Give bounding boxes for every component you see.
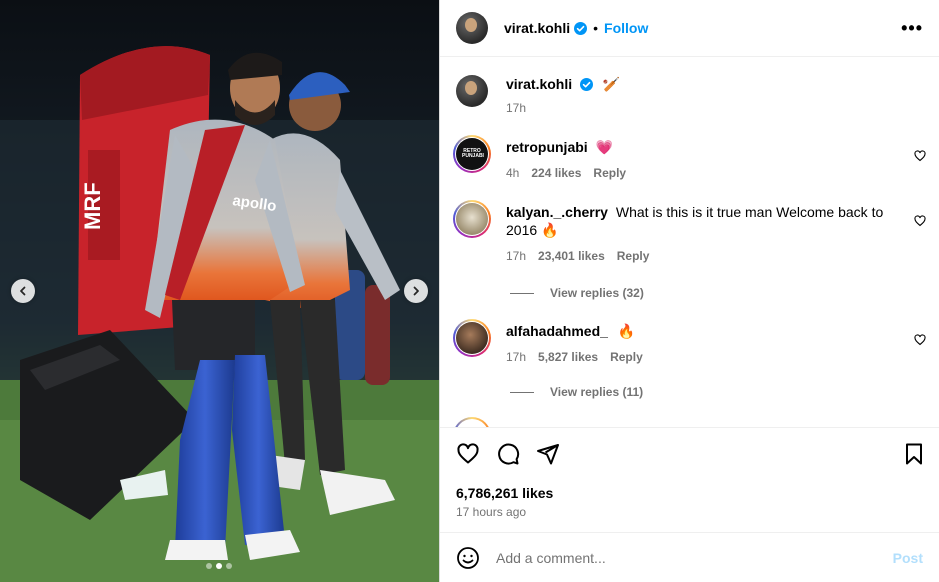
carousel-dot-active — [216, 563, 222, 569]
comment-likes[interactable]: 224 likes — [531, 164, 581, 182]
post-actions: 6,786,261 likes 17 hours ago — [440, 427, 939, 532]
like-comment-heart-icon[interactable] — [914, 334, 926, 346]
like-comment-heart-icon[interactable] — [914, 215, 926, 227]
carousel-next-button[interactable] — [404, 279, 428, 303]
comment-body: retropunjabi 💗 4h 224 likes Reply — [506, 138, 886, 182]
comment-item-partial — [453, 417, 926, 427]
svg-text:MRF: MRF — [80, 182, 105, 230]
carousel-indicator — [206, 563, 232, 569]
avatar[interactable] — [456, 203, 488, 235]
comment-text: 🔥 — [617, 323, 636, 339]
comment-likes[interactable]: 5,827 likes — [538, 348, 598, 366]
chevron-right-icon — [413, 286, 419, 296]
carousel-dot — [206, 563, 212, 569]
comment-item: RETRO PUNJABI retropunjabi 💗 4h 224 like… — [453, 135, 926, 184]
comment-time[interactable]: 17h — [506, 348, 526, 366]
caption-username[interactable]: virat.kohli — [506, 76, 572, 92]
post-header: virat.kohli • Follow ••• — [440, 0, 939, 57]
post-media[interactable]: MRF apollo — [0, 0, 439, 582]
comment-username[interactable]: kalyan._.cherry — [506, 204, 608, 220]
comment-time[interactable]: 4h — [506, 164, 519, 182]
chevron-left-icon — [20, 286, 26, 296]
comment-input[interactable] — [496, 549, 893, 566]
comment-likes[interactable]: 23,401 likes — [538, 247, 605, 265]
comment-text: 💗 — [595, 139, 613, 155]
caption-time[interactable]: 17h — [506, 99, 526, 117]
like-comment-heart-icon[interactable] — [914, 150, 926, 162]
post-timestamp[interactable]: 17 hours ago — [456, 505, 526, 519]
comment-username[interactable]: alfahadahmed_ — [506, 323, 608, 339]
post-details-panel: virat.kohli • Follow ••• virat.kohli 🏏 1… — [439, 0, 939, 582]
reply-button[interactable]: Reply — [610, 348, 643, 366]
story-ring — [453, 417, 491, 427]
view-replies-button[interactable]: View replies (32) — [510, 286, 644, 300]
verified-badge-icon — [580, 78, 594, 91]
comment-meta: 4h 224 likes Reply — [506, 164, 886, 182]
comment-username[interactable]: retropunjabi — [506, 139, 588, 155]
post-author-username[interactable]: virat.kohli — [504, 20, 570, 36]
avatar[interactable]: RETRO PUNJABI — [456, 138, 488, 170]
caption-body: virat.kohli 🏏 17h — [506, 75, 886, 117]
comment-item: kalyan._.cherry What is this is it true … — [453, 200, 926, 273]
avatar[interactable] — [456, 322, 488, 354]
reply-button[interactable]: Reply — [593, 164, 626, 182]
likes-count[interactable]: 6,786,261 likes — [456, 485, 553, 501]
verified-badge-icon — [574, 21, 588, 35]
avatar[interactable] — [456, 12, 488, 44]
carousel-dot — [226, 563, 232, 569]
caption-row: virat.kohli 🏏 17h — [456, 75, 926, 119]
comment-item: alfahadahmed_ 🔥 17h 5,827 likes Reply — [453, 319, 926, 368]
post-comment-button[interactable]: Post — [893, 550, 923, 566]
view-replies-button[interactable]: View replies (11) — [510, 385, 643, 399]
comment-meta: 17h 5,827 likes Reply — [506, 348, 886, 366]
emoji-smiley-icon[interactable] — [456, 546, 480, 570]
follow-button[interactable]: Follow — [604, 20, 648, 36]
comment-body: kalyan._.cherry What is this is it true … — [506, 203, 886, 265]
caption-text: 🏏 — [602, 76, 621, 92]
like-heart-icon[interactable] — [456, 442, 480, 466]
avatar-logo-text: RETRO PUNJABI — [462, 148, 484, 159]
add-comment-bar: Post — [440, 532, 939, 582]
reply-button[interactable]: Reply — [617, 247, 650, 265]
comments-list[interactable]: virat.kohli 🏏 17h RETRO PUNJABI retropun… — [440, 58, 939, 427]
separator-dot: • — [593, 20, 599, 36]
more-options-icon[interactable]: ••• — [901, 18, 923, 39]
comment-bubble-icon[interactable] — [496, 442, 520, 466]
comment-time[interactable]: 17h — [506, 247, 526, 265]
save-bookmark-icon[interactable] — [902, 442, 926, 466]
carousel-prev-button[interactable] — [11, 279, 35, 303]
comment-body: alfahadahmed_ 🔥 17h 5,827 likes Reply — [506, 322, 886, 366]
comment-meta: 17h 23,401 likes Reply — [506, 247, 886, 265]
action-icons-bar — [456, 442, 926, 468]
avatar[interactable] — [456, 75, 488, 107]
post-photo: MRF apollo — [0, 0, 439, 582]
caption-meta: 17h — [506, 99, 886, 117]
share-paper-plane-icon[interactable] — [536, 442, 560, 466]
